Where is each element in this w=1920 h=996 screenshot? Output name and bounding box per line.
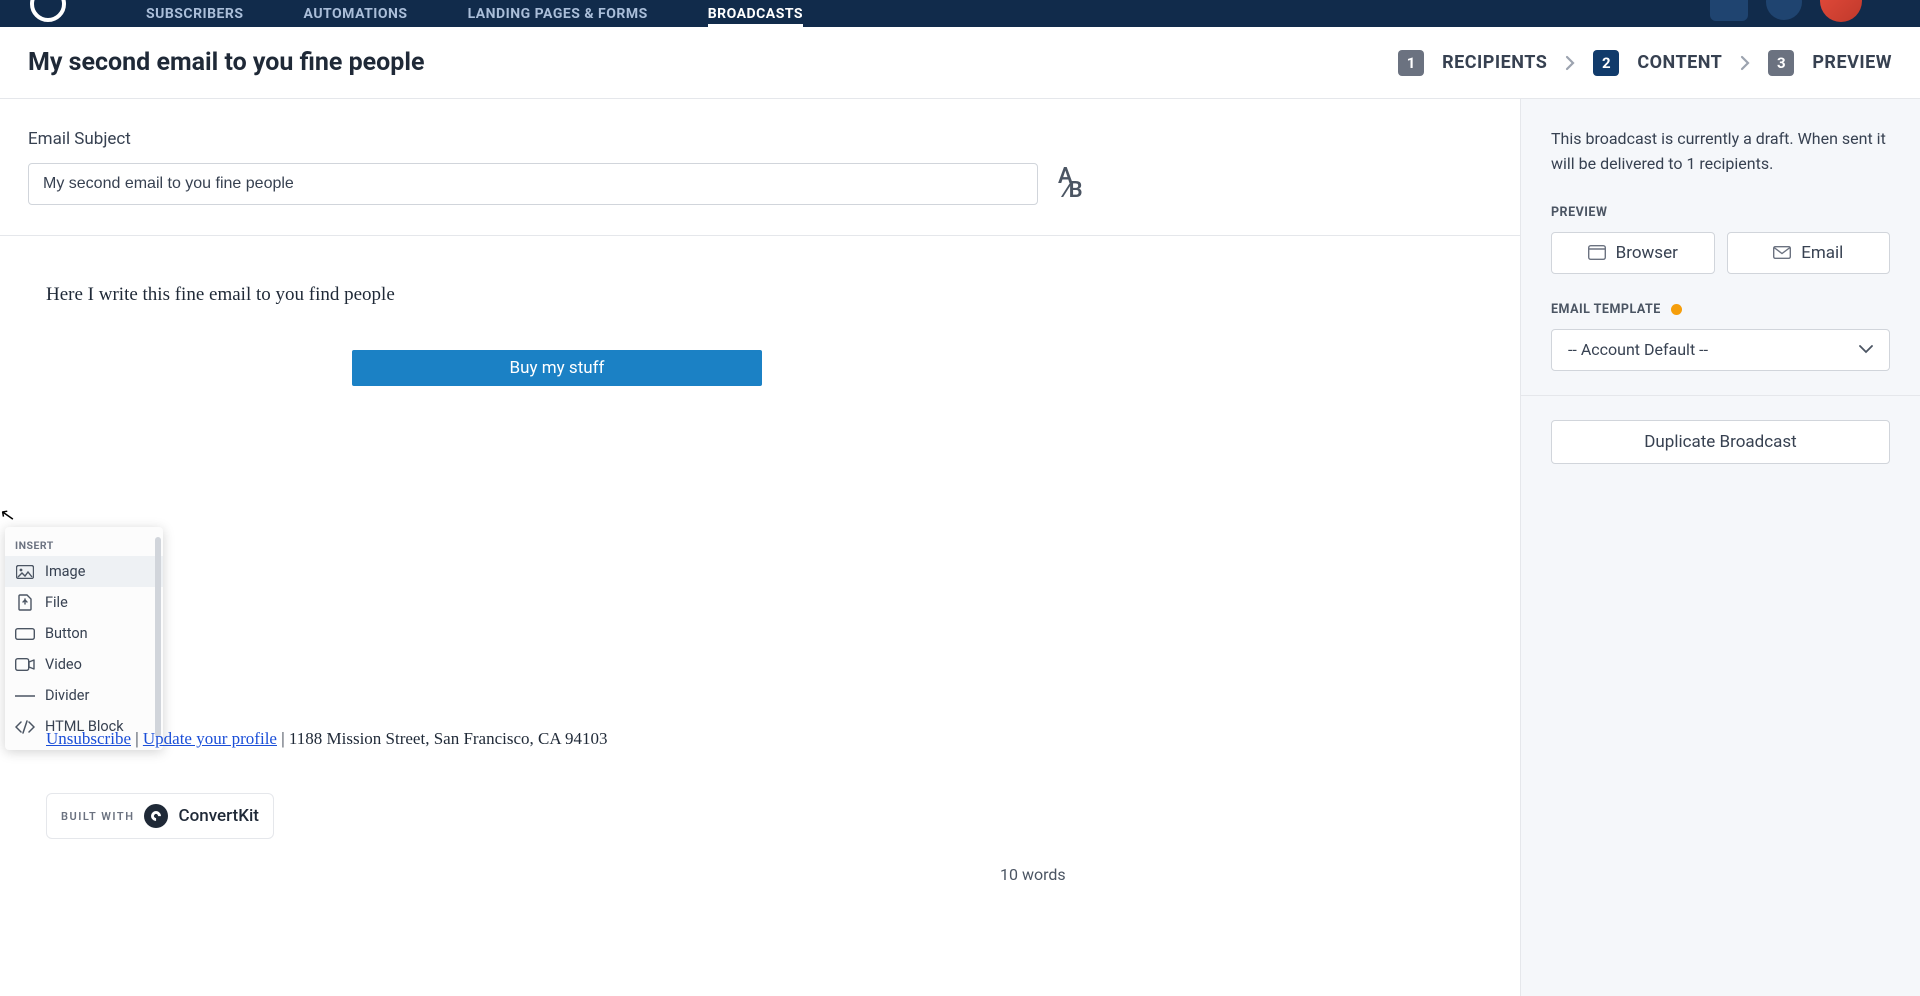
preview-browser-button[interactable]: Browser bbox=[1551, 232, 1715, 274]
preview-browser-label: Browser bbox=[1616, 243, 1678, 263]
update-profile-link[interactable]: Update your profile bbox=[143, 729, 277, 748]
main-area: Email Subject A ∕B Here I write this fin… bbox=[0, 99, 1920, 996]
footer-address: 1188 Mission Street, San Francisco, CA 9… bbox=[289, 729, 608, 748]
sidebar: This broadcast is currently a draft. Whe… bbox=[1520, 99, 1920, 996]
editor-column: Email Subject A ∕B Here I write this fin… bbox=[0, 99, 1520, 996]
email-cta-button[interactable]: Buy my stuff bbox=[352, 350, 762, 386]
file-icon bbox=[15, 594, 35, 611]
convertkit-brand-label: ConvertKit bbox=[178, 806, 258, 826]
nav-automations[interactable]: AUTOMATIONS bbox=[304, 6, 408, 22]
avatar[interactable] bbox=[1820, 0, 1862, 22]
step-3-label[interactable]: PREVIEW bbox=[1812, 52, 1892, 73]
step-2-label[interactable]: CONTENT bbox=[1637, 52, 1722, 73]
email-editor-body[interactable]: Here I write this fine email to you find… bbox=[0, 236, 1520, 973]
nav-help-button[interactable] bbox=[1766, 0, 1802, 20]
nav-right bbox=[1710, 6, 1880, 22]
preview-section-label: PREVIEW bbox=[1551, 205, 1890, 220]
warning-dot-icon bbox=[1671, 304, 1682, 315]
email-template-select[interactable]: -- Account Default -- bbox=[1551, 329, 1890, 371]
subject-row: A ∕B bbox=[28, 163, 1492, 205]
insert-item-label: File bbox=[45, 594, 68, 611]
insert-item-button[interactable]: Button bbox=[5, 618, 163, 649]
chevron-right-icon bbox=[1740, 55, 1750, 71]
divider-icon bbox=[15, 694, 35, 698]
duplicate-broadcast-button[interactable]: Duplicate Broadcast bbox=[1551, 420, 1890, 464]
email-footer: Unsubscribe | Update your profile | 1188… bbox=[46, 729, 607, 749]
sidebar-helper-text: This broadcast is currently a draft. Whe… bbox=[1551, 127, 1890, 177]
step-2-badge[interactable]: 2 bbox=[1593, 50, 1619, 76]
footer-sep: | bbox=[131, 729, 143, 748]
step-1-label[interactable]: RECIPIENTS bbox=[1442, 52, 1547, 73]
email-template-value: -- Account Default -- bbox=[1568, 340, 1708, 359]
title-bar: My second email to you fine people 1 REC… bbox=[0, 27, 1920, 99]
chevron-right-icon bbox=[1565, 55, 1575, 71]
insert-item-video[interactable]: Video bbox=[5, 649, 163, 680]
nav-landing-pages[interactable]: LANDING PAGES & FORMS bbox=[468, 6, 648, 22]
insert-item-image[interactable]: Image bbox=[5, 556, 163, 587]
insert-item-label: Button bbox=[45, 625, 88, 642]
insert-item-divider[interactable]: Divider bbox=[5, 680, 163, 711]
built-with-label: BUILT WITH bbox=[61, 810, 134, 823]
app-logo[interactable] bbox=[30, 0, 66, 22]
duplicate-broadcast-label: Duplicate Broadcast bbox=[1644, 432, 1796, 452]
preview-email-button[interactable]: Email bbox=[1727, 232, 1891, 274]
browser-icon bbox=[1588, 245, 1606, 260]
convertkit-logo-icon bbox=[144, 804, 168, 828]
step-1-badge[interactable]: 1 bbox=[1398, 50, 1424, 76]
email-body-text[interactable]: Here I write this fine email to you find… bbox=[46, 284, 1474, 306]
button-icon bbox=[15, 628, 35, 640]
chevron-down-icon bbox=[1859, 345, 1873, 354]
insert-item-label: Divider bbox=[45, 687, 89, 704]
nav-subscribers[interactable]: SUBSCRIBERS bbox=[146, 6, 244, 22]
subject-input[interactable] bbox=[28, 163, 1038, 205]
preview-email-label: Email bbox=[1801, 243, 1843, 263]
ab-test-toggle[interactable]: A ∕B bbox=[1052, 169, 1083, 200]
top-nav: SUBSCRIBERS AUTOMATIONS LANDING PAGES & … bbox=[0, 0, 1920, 27]
built-with-badge[interactable]: BUILT WITH ConvertKit bbox=[46, 793, 274, 839]
email-template-label-text: EMAIL TEMPLATE bbox=[1551, 302, 1661, 317]
insert-menu-header: INSERT bbox=[5, 533, 163, 556]
image-icon bbox=[15, 565, 35, 579]
insert-menu: INSERT Image File Button bbox=[5, 527, 163, 750]
nav-items: SUBSCRIBERS AUTOMATIONS LANDING PAGES & … bbox=[146, 6, 1660, 22]
subject-label: Email Subject bbox=[28, 129, 1492, 149]
video-icon bbox=[15, 658, 35, 671]
envelope-icon bbox=[1773, 246, 1791, 259]
unsubscribe-link[interactable]: Unsubscribe bbox=[46, 729, 131, 748]
page-title: My second email to you fine people bbox=[28, 48, 424, 77]
email-template-section-label: EMAIL TEMPLATE bbox=[1551, 302, 1890, 317]
sidebar-divider bbox=[1521, 395, 1920, 396]
footer-sep: | bbox=[277, 729, 289, 748]
nav-add-button[interactable] bbox=[1710, 0, 1748, 21]
step-3-badge[interactable]: 3 bbox=[1768, 50, 1794, 76]
nav-broadcasts[interactable]: BROADCASTS bbox=[708, 6, 803, 22]
insert-item-label: Video bbox=[45, 656, 82, 673]
insert-item-file[interactable]: File bbox=[5, 587, 163, 618]
code-icon bbox=[15, 720, 35, 734]
ab-b-label: ∕B bbox=[1065, 183, 1083, 200]
insert-item-label: Image bbox=[45, 563, 85, 580]
step-indicator: 1 RECIPIENTS 2 CONTENT 3 PREVIEW bbox=[1398, 50, 1892, 76]
preview-buttons-row: Browser Email bbox=[1551, 232, 1890, 274]
word-count: 10 words bbox=[1000, 865, 1066, 884]
subject-block: Email Subject A ∕B bbox=[0, 99, 1520, 236]
